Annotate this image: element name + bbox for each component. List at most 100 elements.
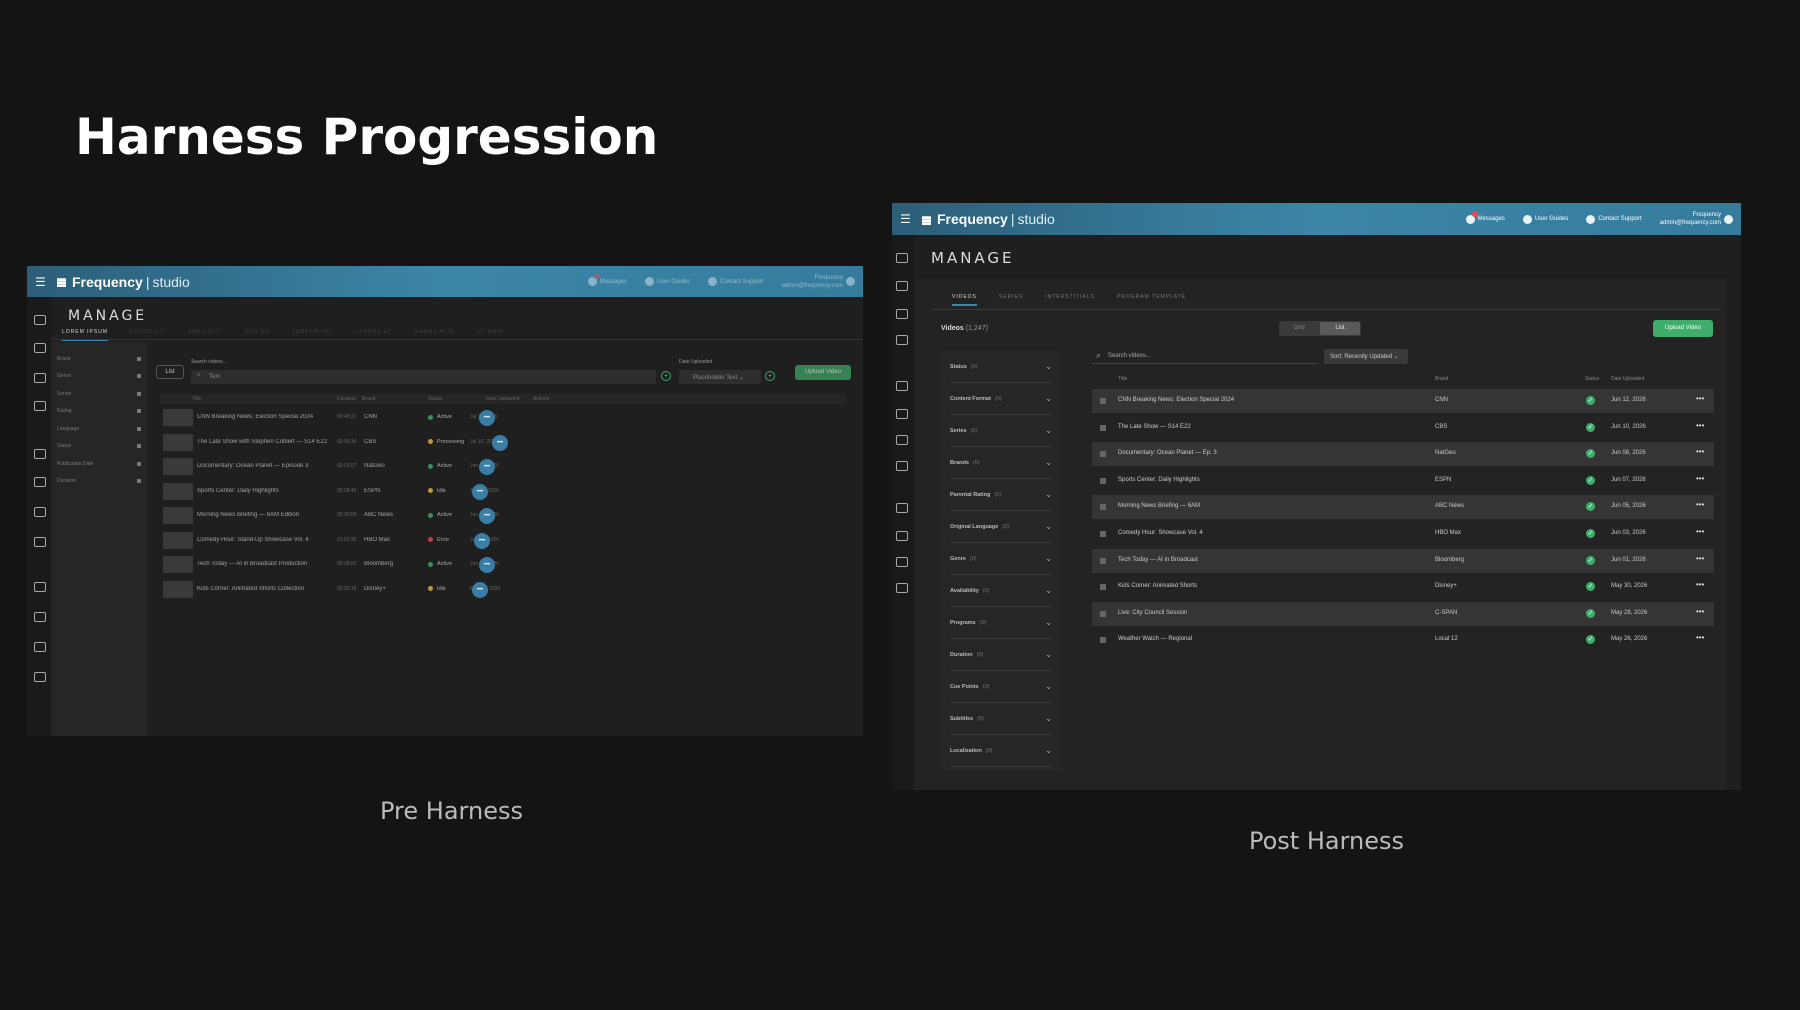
user-menu[interactable]: Frequency admin@frequency.com bbox=[782, 274, 855, 290]
filter-dropdown[interactable]: Duration (0) ⌄ bbox=[950, 639, 1052, 671]
row-checkbox[interactable] bbox=[1100, 451, 1106, 458]
more-actions-button[interactable]: ••• bbox=[479, 459, 495, 475]
rail-icon[interactable] bbox=[896, 253, 908, 263]
rail-icon[interactable] bbox=[34, 582, 46, 592]
more-actions-icon[interactable]: ••• bbox=[1696, 421, 1704, 430]
rail-icon[interactable] bbox=[896, 409, 908, 419]
rail-icon[interactable] bbox=[896, 335, 908, 345]
table-row[interactable]: CNN Breaking News: Election Special 2024… bbox=[160, 408, 846, 428]
table-row[interactable]: Kids Corner: Animated Shorts Disney+ ✓ May … bbox=[1092, 575, 1714, 599]
more-actions-button[interactable]: ••• bbox=[474, 532, 490, 549]
more-actions-icon[interactable]: ••• bbox=[1696, 500, 1704, 509]
sort-dropdown[interactable]: Sort: Recently Updated ⌄ bbox=[1324, 349, 1408, 364]
rail-icon[interactable] bbox=[34, 507, 46, 517]
table-row[interactable]: Morning News Briefing — 6AM Edition 00:30… bbox=[160, 506, 846, 526]
hamburger-menu-icon[interactable]: ☰ bbox=[900, 212, 916, 226]
rail-icon[interactable] bbox=[34, 672, 46, 682]
table-row[interactable]: Sports Center: Daily Highlights ESPN ✓ Jun … bbox=[1092, 469, 1714, 493]
tab-item[interactable]: VIDEOS bbox=[952, 294, 977, 306]
filter-dropdown[interactable]: Availability (0) ⌄ bbox=[950, 575, 1052, 607]
contact-support-link[interactable]: Contact Support bbox=[708, 277, 764, 286]
filter-dropdown[interactable]: Subtitles (0) ⌄ bbox=[950, 703, 1052, 735]
more-actions-button[interactable]: ••• bbox=[479, 557, 495, 573]
more-actions-button[interactable]: ••• bbox=[492, 434, 508, 451]
contact-support-link[interactable]: Contact Support bbox=[1586, 214, 1642, 224]
rail-icon[interactable] bbox=[34, 373, 46, 383]
hamburger-menu-icon[interactable]: ☰ bbox=[35, 275, 51, 289]
filter-row[interactable]: Rating bbox=[57, 403, 141, 421]
list-view-button[interactable]: List bbox=[1320, 322, 1360, 335]
more-actions-button[interactable]: ••• bbox=[472, 581, 488, 598]
rail-icon[interactable] bbox=[34, 537, 46, 547]
table-row[interactable]: Comedy Hour: Stand-Up Showcase Vol. 4 01:… bbox=[160, 531, 846, 551]
date-select[interactable]: Placeholder Text ⌄ bbox=[679, 370, 761, 384]
rail-icon[interactable] bbox=[896, 557, 908, 567]
row-checkbox[interactable] bbox=[1100, 610, 1106, 617]
rail-icon[interactable] bbox=[34, 315, 46, 325]
filter-dropdown[interactable]: Content Format (0) ⌄ bbox=[950, 383, 1052, 415]
table-row[interactable]: The Late Show with Stephen Colbert — S14… bbox=[160, 433, 846, 453]
filter-dropdown[interactable]: Parental Rating (0) ⌄ bbox=[950, 479, 1052, 511]
add-filter-icon[interactable]: + bbox=[661, 371, 671, 381]
table-row[interactable]: CNN Breaking News: Election Special 2024… bbox=[1092, 389, 1714, 413]
more-actions-icon[interactable]: ••• bbox=[1696, 554, 1704, 563]
filter-row[interactable]: Genre bbox=[57, 368, 141, 386]
table-row[interactable]: Documentary: Ocean Planet — Episode 3 00:… bbox=[160, 457, 846, 477]
filter-row[interactable]: Publication Date bbox=[57, 455, 141, 473]
rail-icon[interactable] bbox=[896, 583, 908, 593]
more-actions-icon[interactable]: ••• bbox=[1696, 607, 1704, 616]
rail-icon[interactable] bbox=[34, 612, 46, 622]
rail-icon[interactable] bbox=[34, 343, 46, 353]
filter-dropdown[interactable]: Original Language (0) ⌄ bbox=[950, 511, 1052, 543]
upload-video-button[interactable]: Upload Video bbox=[795, 365, 851, 380]
filter-dropdown[interactable]: Programs (0) ⌄ bbox=[950, 607, 1052, 639]
table-row[interactable]: Weather Watch — Regional Local 12 ✓ May 26,… bbox=[1092, 628, 1714, 652]
row-checkbox[interactable] bbox=[1100, 398, 1106, 404]
filter-row[interactable]: Duration bbox=[57, 473, 141, 491]
more-actions-icon[interactable]: ••• bbox=[1696, 580, 1704, 589]
table-row[interactable]: Tech Today — AI in Broadcast Production 0… bbox=[160, 555, 846, 575]
tab-item[interactable]: INTERSTITIALS bbox=[1045, 294, 1095, 306]
messages-link[interactable]: Messages bbox=[1465, 210, 1505, 224]
row-checkbox[interactable] bbox=[1100, 584, 1106, 591]
rail-icon[interactable] bbox=[34, 642, 46, 652]
row-checkbox[interactable] bbox=[1100, 504, 1106, 511]
table-row[interactable]: Live: City Council Session C-SPAN ✓ May 28,… bbox=[1092, 601, 1714, 626]
rail-icon[interactable] bbox=[896, 309, 908, 319]
add-date-icon[interactable]: + bbox=[765, 371, 775, 381]
more-actions-icon[interactable]: ••• bbox=[1696, 474, 1704, 483]
filter-dropdown[interactable]: Status (0) ⌄ bbox=[950, 351, 1052, 383]
rail-icon[interactable] bbox=[896, 531, 908, 541]
table-row[interactable]: The Late Show — S14 E22 CBS ✓ Jun 10, 2026 •… bbox=[1092, 416, 1714, 440]
messages-link[interactable]: Messages bbox=[587, 273, 627, 286]
more-actions-icon[interactable]: ••• bbox=[1696, 633, 1704, 642]
filter-row[interactable]: Brand bbox=[57, 350, 141, 368]
user-menu[interactable]: Frequency admin@frequency.com bbox=[1660, 211, 1733, 227]
table-row[interactable]: Sports Center: Daily Highlights 00:28:45 E… bbox=[160, 482, 846, 502]
table-row[interactable]: Comedy Hour: Showcase Vol. 4 HBO Max ✓ Jun … bbox=[1092, 522, 1714, 546]
filter-dropdown[interactable]: Series (0) ⌄ bbox=[950, 415, 1052, 447]
filter-dropdown[interactable]: Cue Points (0) ⌄ bbox=[950, 671, 1052, 703]
table-row[interactable]: Kids Corner: Animated Shorts Collection 0… bbox=[160, 580, 846, 600]
more-actions-button[interactable]: ••• bbox=[479, 410, 495, 426]
more-actions-button[interactable]: ••• bbox=[472, 483, 488, 500]
list-toggle[interactable]: List bbox=[156, 365, 184, 379]
search-input[interactable]: ⌕ Search videos... bbox=[1092, 349, 1317, 364]
filter-dropdown[interactable]: Brands (0) ⌄ bbox=[950, 447, 1052, 479]
more-actions-icon[interactable]: ••• bbox=[1696, 394, 1704, 403]
row-checkbox[interactable] bbox=[1100, 424, 1106, 431]
row-checkbox[interactable] bbox=[1100, 477, 1106, 484]
filter-row[interactable]: Language bbox=[57, 420, 141, 438]
rail-icon[interactable] bbox=[34, 449, 46, 459]
rail-icon[interactable] bbox=[896, 381, 908, 391]
tab-item[interactable]: SERIES bbox=[999, 294, 1023, 306]
rail-icon[interactable] bbox=[34, 477, 46, 487]
rail-icon[interactable] bbox=[896, 281, 908, 291]
filter-row[interactable]: Status bbox=[57, 438, 141, 456]
more-actions-icon[interactable]: ••• bbox=[1696, 527, 1704, 536]
rail-icon[interactable] bbox=[896, 435, 908, 445]
table-row[interactable]: Morning News Briefing — 6AM ABC News ✓ Jun … bbox=[1092, 495, 1714, 520]
rail-icon[interactable] bbox=[896, 503, 908, 513]
filter-row[interactable]: Series bbox=[57, 385, 141, 403]
more-actions-button[interactable]: ••• bbox=[479, 508, 495, 524]
